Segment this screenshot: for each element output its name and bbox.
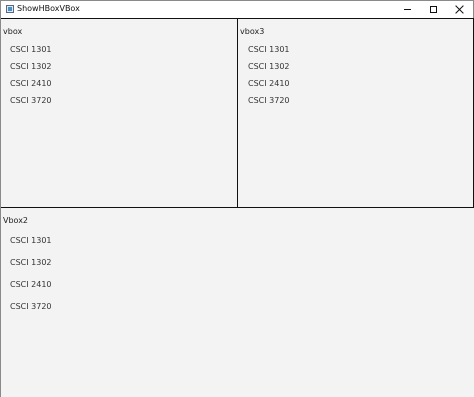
vbox-title: vbox [3, 27, 23, 36]
close-button[interactable] [445, 1, 473, 18]
vbox-pane: vbox CSCI 1301 CSCI 1302 CSCI 2410 CSCI … [1, 18, 238, 208]
vbox-item: CSCI 3720 [10, 96, 52, 105]
window-title: ShowHBoxVBox [17, 4, 80, 13]
vbox3-pane: vbox3 CSCI 1301 CSCI 1302 CSCI 2410 CSCI… [237, 18, 474, 208]
vbox2-item: CSCI 3720 [10, 302, 52, 311]
maximize-icon [429, 6, 437, 13]
vbox-item: CSCI 1302 [10, 62, 52, 71]
vbox3-item: CSCI 3720 [248, 96, 290, 105]
vbox2-pane: Vbox2 CSCI 1301 CSCI 1302 CSCI 2410 CSCI… [1, 207, 474, 397]
vbox3-item: CSCI 2410 [248, 79, 290, 88]
close-icon [455, 5, 464, 14]
title-bar[interactable]: ShowHBoxVBox [1, 1, 473, 18]
minimize-button[interactable] [393, 1, 421, 18]
minimize-icon [403, 9, 411, 10]
vbox-item: CSCI 2410 [10, 79, 52, 88]
vbox2-title: Vbox2 [3, 216, 29, 225]
vbox2-item: CSCI 1302 [10, 258, 52, 267]
vbox-item: CSCI 1301 [10, 45, 52, 54]
vbox3-item: CSCI 1302 [248, 62, 290, 71]
vbox2-item: CSCI 1301 [10, 236, 52, 245]
maximize-button[interactable] [419, 1, 447, 18]
vbox2-item: CSCI 2410 [10, 280, 52, 289]
app-window: ShowHBoxVBox vbox CSCI 1301 CSCI 1302 CS… [0, 0, 474, 397]
vbox3-title: vbox3 [240, 27, 265, 36]
app-window-icon [6, 5, 14, 13]
vbox3-item: CSCI 1301 [248, 45, 290, 54]
